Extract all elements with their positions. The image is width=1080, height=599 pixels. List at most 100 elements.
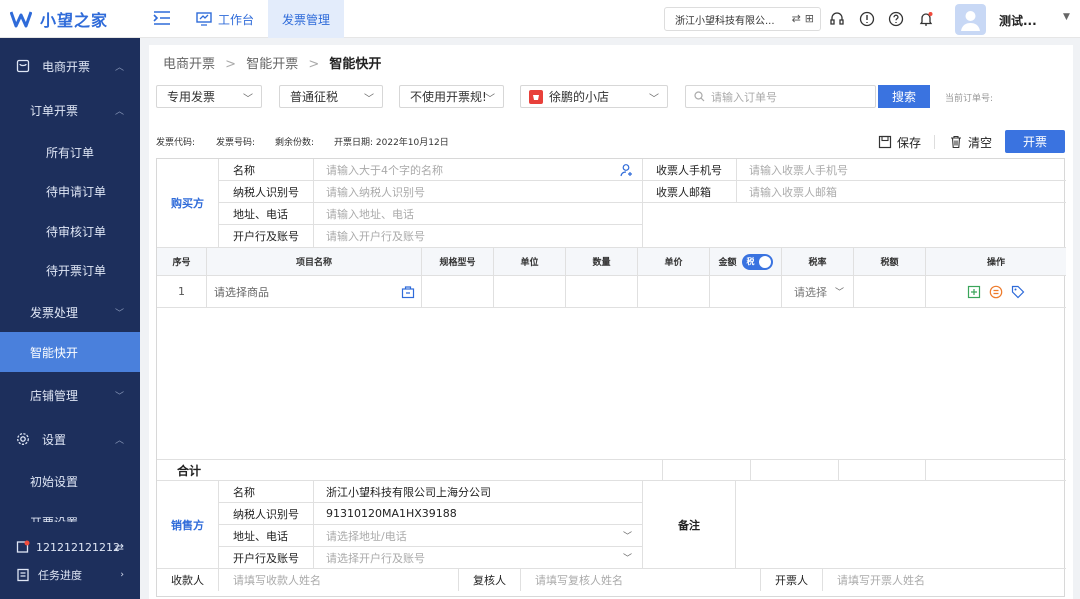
sidebar-item-ecommerce-invoice[interactable]: 电商开票 ︿: [0, 46, 140, 86]
payee-label: 收款人: [157, 569, 219, 591]
unit-input[interactable]: [494, 276, 566, 308]
breadcrumb-item[interactable]: 电商开票: [163, 57, 215, 72]
avatar[interactable]: [955, 4, 986, 35]
tax-type-select[interactable]: 普通征税 ﹀: [279, 85, 383, 108]
switch-icon[interactable]: ⇄: [115, 541, 124, 554]
seller-address-select[interactable]: 请选择地址/电话 ﹀: [314, 525, 643, 547]
amount-input[interactable]: [710, 276, 782, 308]
tab-invoice-management[interactable]: 发票管理: [268, 0, 344, 38]
drawer-label: 开票人: [761, 569, 823, 591]
tax-amount-input[interactable]: [854, 276, 926, 308]
chevron-down-icon: ﹀: [243, 94, 253, 105]
company-switcher[interactable]: 浙江小望科技有限公... ⇄ ⊞: [664, 7, 821, 31]
buyer-address-input[interactable]: 请输入地址、电话: [314, 203, 643, 225]
buyer-blank-area: [643, 203, 1066, 248]
discount-icon[interactable]: [989, 285, 1003, 299]
chevron-down-icon: ﹀: [622, 532, 632, 542]
price-input[interactable]: [638, 276, 710, 308]
task-progress[interactable]: 任务进度 ›: [0, 556, 140, 594]
add-row-icon[interactable]: [967, 285, 981, 299]
sidebar-item-label: 设置: [42, 432, 67, 447]
buyer-name-label: 名称: [219, 159, 314, 181]
sidebar-item-pending-apply[interactable]: 待申请订单: [0, 171, 140, 211]
grid-icon[interactable]: ⊞: [805, 12, 814, 25]
account-number: 121212121212: [36, 540, 120, 554]
user-name[interactable]: 测试...: [999, 12, 1037, 29]
col-amount-label: 金额: [718, 258, 737, 268]
sidebar-item-invoice-processing[interactable]: 发票处理 ﹀: [0, 292, 140, 332]
tax-inclusive-toggle[interactable]: 税: [741, 253, 773, 270]
save-button[interactable]: 保存: [878, 131, 921, 153]
total-label: 合计: [157, 459, 219, 481]
remark-input[interactable]: [736, 481, 1066, 569]
help-icon[interactable]: [888, 11, 904, 27]
buyer-name-input[interactable]: 请输入大于4个字的名称: [314, 159, 643, 181]
shop-select[interactable]: 徐鹏的小店 ﹀: [520, 85, 668, 108]
chevron-right-icon: ›: [120, 570, 124, 580]
chevron-down-icon: ﹀: [622, 554, 632, 564]
sidebar-item-label: 待申请订单: [46, 184, 107, 199]
payee-input[interactable]: 请填写收款人姓名: [219, 569, 459, 591]
chevron-up-icon: ︿: [114, 106, 124, 117]
buyer-tax-id-input[interactable]: 请输入纳税人识别号: [314, 181, 643, 203]
breadcrumb-item[interactable]: 智能开票: [246, 57, 298, 72]
sidebar-item-initial-settings[interactable]: 初始设置: [0, 461, 140, 501]
sidebar-item-settings[interactable]: 设置 ︿: [0, 419, 140, 459]
search-icon: [694, 91, 705, 102]
logo[interactable]: 小望之家: [10, 8, 108, 30]
current-order-label: 当前订单号:: [945, 94, 994, 104]
sidebar-item-order-invoice[interactable]: 订单开票 ︿: [0, 90, 140, 130]
tax-rate-select[interactable]: 请选择 ﹀: [782, 276, 854, 308]
sidebar-item-label: 初始设置: [30, 474, 79, 489]
tag-icon[interactable]: [1011, 285, 1025, 299]
invoice-code-label: 发票代码:: [156, 138, 196, 148]
company-name: 浙江小望科技有限公...: [675, 15, 775, 27]
qty-input[interactable]: [566, 276, 638, 308]
tab-workbench[interactable]: 工作台: [196, 0, 260, 38]
info-icon[interactable]: [859, 11, 875, 27]
add-user-icon[interactable]: [620, 163, 634, 177]
switch-icon[interactable]: ⇄: [792, 12, 801, 25]
sidebar-item-all-orders[interactable]: 所有订单: [0, 132, 140, 172]
seller-bank-select[interactable]: 请选择开户行及账号 ﹀: [314, 547, 643, 569]
total-amount: [663, 459, 751, 481]
headset-icon[interactable]: [829, 11, 845, 27]
menu-collapse-icon[interactable]: [153, 10, 171, 26]
clear-button[interactable]: 清空: [949, 131, 992, 153]
chevron-up-icon: ︿: [114, 62, 124, 73]
product-library-icon[interactable]: [401, 285, 415, 299]
chevron-down-icon[interactable]: ▼: [1063, 12, 1070, 22]
reviewer-input[interactable]: 请填写复核人姓名: [521, 569, 761, 591]
bell-icon[interactable]: [918, 11, 934, 27]
sidebar-item-pending-review[interactable]: 待审核订单: [0, 211, 140, 251]
seller-bank-label: 开户行及账号: [219, 547, 314, 569]
invoice-date: 开票日期: 2022年10月12日: [334, 138, 449, 148]
receiver-phone-input[interactable]: 请输入收票人手机号: [737, 159, 1066, 181]
search-button[interactable]: 搜索: [878, 85, 930, 108]
col-operations: 操作: [926, 248, 1066, 276]
total-blank-2: [751, 459, 839, 481]
row-no: 1: [157, 276, 207, 308]
remaining-count-label: 剩余份数:: [275, 138, 315, 148]
sidebar-item-label: 智能快开: [30, 345, 79, 360]
buyer-bank-input[interactable]: 请输入开户行及账号: [314, 225, 643, 248]
chevron-down-icon: ﹀: [364, 94, 374, 105]
drawer-input[interactable]: 请填写开票人姓名: [823, 569, 1066, 591]
sidebar-item-shop-management[interactable]: 店铺管理 ﹀: [0, 375, 140, 415]
sidebar-item-invoice-settings[interactable]: 开票设置: [0, 500, 140, 522]
sidebar-item-smart-quick-invoice[interactable]: 智能快开: [0, 332, 140, 372]
user-icon: [961, 11, 980, 31]
invoice-rule-select[interactable]: 不使用开票规! ﹀: [399, 85, 504, 108]
breadcrumb: 电商开票 > 智能开票 > 智能快开: [163, 57, 382, 72]
sidebar-item-pending-invoice[interactable]: 待开票订单: [0, 250, 140, 290]
receiver-email-input[interactable]: 请输入收票人邮箱: [737, 181, 1066, 203]
product-select[interactable]: 请选择商品: [207, 276, 422, 308]
save-label: 保存: [897, 135, 922, 150]
chevron-down-icon: ﹀: [834, 288, 844, 298]
sidebar-item-label: 所有订单: [46, 145, 95, 160]
order-search-input[interactable]: 请输入订单号: [685, 85, 876, 108]
invoice-type-select[interactable]: 专用发票 ﹀: [156, 85, 262, 108]
issue-invoice-button[interactable]: 开票: [1005, 130, 1065, 153]
spec-input[interactable]: [422, 276, 494, 308]
buyer-address-label: 地址、电话: [219, 203, 314, 225]
